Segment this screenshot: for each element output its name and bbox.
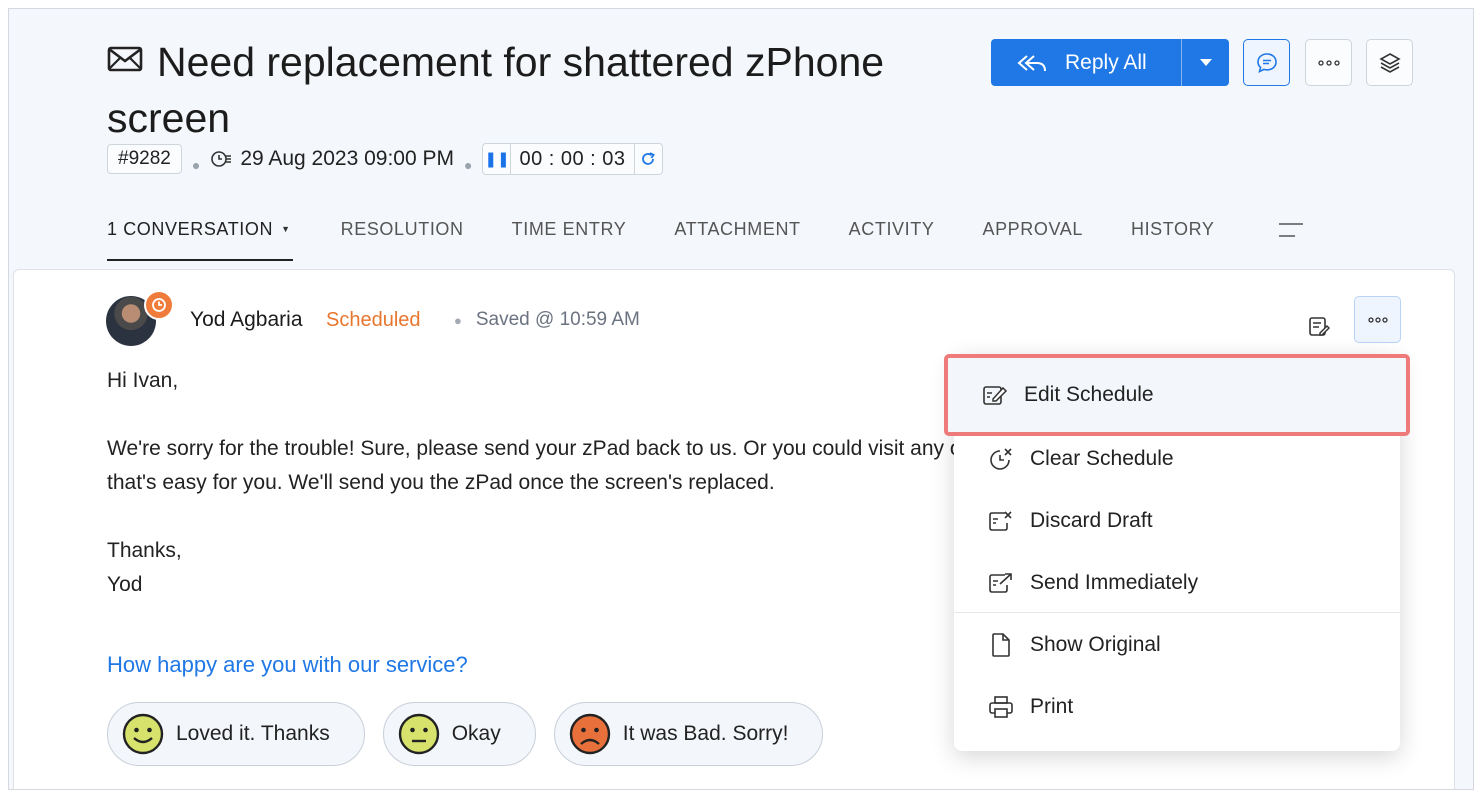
reply-options-dropdown[interactable] — [1181, 39, 1229, 86]
tab-label: ATTACHMENT — [674, 219, 801, 239]
printer-icon — [989, 696, 1013, 718]
status-badge: Scheduled — [326, 309, 421, 331]
tab-attachment[interactable]: ATTACHMENT — [674, 213, 800, 261]
message-body: Hi Ivan, We're sorry for the trouble! Su… — [107, 364, 967, 602]
happy-face-icon — [122, 713, 164, 755]
survey-option-label: Loved it. Thanks — [176, 722, 330, 745]
menu-item-send-immediately[interactable]: Send Immediately — [954, 552, 1400, 614]
neutral-face-icon — [398, 713, 439, 755]
saved-time-text: Saved @ 10:59 AM — [475, 309, 640, 330]
ticket-title-text: Need replacement for shattered zPhone sc… — [107, 39, 885, 141]
ticket-tabs: 1 CONVERSATION ▼ RESOLUTION TIME ENTRY AT… — [107, 213, 1263, 261]
more-actions-button[interactable] — [1305, 39, 1352, 86]
message-line: Thanks, — [107, 539, 182, 562]
survey-options: Loved it. Thanks Okay It was Bad. Sorry! — [107, 702, 841, 766]
tab-label: TIME ENTRY — [511, 219, 627, 239]
comment-icon — [1256, 52, 1277, 73]
caret-down-icon — [1199, 59, 1212, 66]
message-line: Hi Ivan, — [107, 369, 179, 392]
document-icon — [992, 633, 1010, 657]
tab-history[interactable]: HISTORY — [1131, 213, 1215, 261]
caret-down-icon: ▼ — [281, 224, 291, 234]
timer-value: 00 : 00 : 03 — [519, 147, 626, 170]
send-immediately-icon — [989, 573, 1012, 593]
tab-activity[interactable]: ACTIVITY — [849, 213, 935, 261]
tab-time-entry[interactable]: TIME ENTRY — [512, 213, 627, 261]
more-icon — [1317, 59, 1340, 66]
author-name[interactable]: Yod Agbaria — [190, 308, 303, 332]
tab-label: APPROVAL — [982, 219, 1083, 239]
thread-actions-menu: Edit Schedule Clear Schedule Discard Dra… — [944, 354, 1410, 751]
survey-option-bad[interactable]: It was Bad. Sorry! — [553, 702, 824, 766]
tab-label: ACTIVITY — [848, 219, 935, 239]
envelope-icon — [107, 46, 143, 72]
reply-all-button[interactable]: Reply All — [991, 39, 1229, 86]
menu-item-label: Clear Schedule — [1030, 447, 1174, 470]
edit-schedule-icon — [983, 386, 1008, 405]
separator-dot: ● — [463, 157, 473, 173]
survey-option-label: It was Bad. Sorry! — [622, 722, 789, 745]
saved-time: ● Saved @ 10:59 AM — [454, 309, 640, 331]
due-date: 29 Aug 2023 09:00 PM — [240, 147, 454, 170]
menu-item-print[interactable]: Print — [954, 676, 1400, 738]
edit-draft-icon[interactable] — [1308, 316, 1330, 338]
reply-all-icon — [1017, 54, 1046, 71]
due-date-clock-icon — [211, 151, 232, 167]
menu-item-discard-draft[interactable]: Discard Draft — [954, 490, 1400, 552]
separator-dot: ● — [191, 157, 201, 173]
more-icon — [1367, 316, 1388, 323]
tab-label: 1 CONVERSATION — [107, 219, 274, 239]
message-line: Yod — [107, 573, 143, 596]
clear-schedule-icon — [990, 448, 1012, 470]
survey-option-loved[interactable]: Loved it. Thanks — [107, 702, 365, 766]
survey-option-okay[interactable]: Okay — [382, 702, 536, 766]
tab-approval[interactable]: APPROVAL — [982, 213, 1083, 261]
separator-dot: ● — [454, 313, 462, 328]
ticket-timer: ❚❚ 00 : 00 : 03 — [482, 143, 663, 175]
menu-item-clear-schedule[interactable]: Clear Schedule — [954, 428, 1400, 490]
survey-option-label: Okay — [451, 722, 501, 745]
menu-item-label: Discard Draft — [1030, 509, 1153, 532]
tab-label: HISTORY — [1130, 219, 1215, 239]
menu-item-label: Print — [1030, 695, 1074, 718]
survey-question: How happy are you with our service? — [107, 652, 468, 677]
tab-resolution[interactable]: RESOLUTION — [341, 213, 464, 261]
comment-button[interactable] — [1243, 39, 1290, 86]
ticket-meta: #9282 ● 29 Aug 2023 09:00 PM ● ❚❚ 00 : 0… — [107, 143, 663, 175]
menu-item-label: Show Original — [1030, 633, 1161, 656]
tab-label: RESOLUTION — [340, 219, 464, 239]
reset-timer-icon[interactable] — [633, 144, 662, 174]
thread-more-button[interactable] — [1354, 296, 1401, 343]
sad-face-icon — [569, 713, 610, 755]
layers-icon — [1378, 52, 1401, 73]
discard-draft-icon — [989, 511, 1012, 531]
message-line: We're sorry for the trouble! Sure, pleas… — [107, 437, 967, 460]
pause-icon[interactable]: ❚❚ — [483, 144, 512, 174]
layers-button[interactable] — [1366, 39, 1413, 86]
menu-item-edit-schedule[interactable]: Edit Schedule — [944, 354, 1410, 436]
ticket-id[interactable]: #9282 — [107, 144, 182, 174]
menu-divider — [954, 612, 1400, 613]
tab-conversation[interactable]: 1 CONVERSATION ▼ — [107, 213, 293, 261]
menu-item-label: Edit Schedule — [1024, 383, 1154, 406]
reply-all-main[interactable]: Reply All — [991, 39, 1181, 86]
reply-all-label: Reply All — [1065, 50, 1147, 74]
scheduled-clock-icon — [144, 290, 174, 320]
menu-item-label: Send Immediately — [1030, 571, 1199, 594]
message-line: that's easy for you. We'll send you the … — [107, 471, 775, 494]
ticket-title: Need replacement for shattered zPhone sc… — [107, 34, 947, 146]
menu-item-show-original[interactable]: Show Original — [954, 614, 1400, 676]
more-tabs-icon[interactable] — [1277, 221, 1305, 239]
